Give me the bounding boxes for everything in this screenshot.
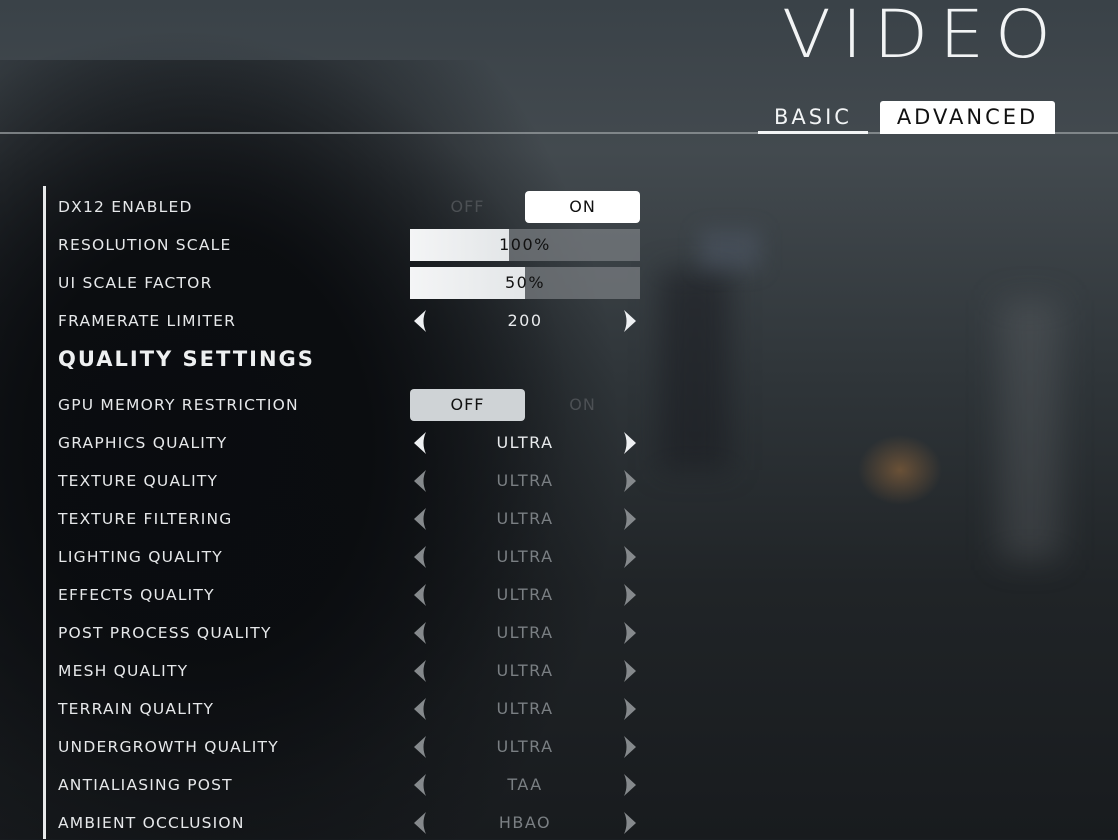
chevron-left-icon[interactable] xyxy=(410,469,434,493)
toggle-option-on[interactable]: ON xyxy=(525,191,640,223)
chevron-right-icon[interactable] xyxy=(616,583,640,607)
selector-value: ULTRA xyxy=(496,509,554,528)
setting-label: ANTIALIASING POST xyxy=(58,776,233,794)
setting-label: UI SCALE FACTOR xyxy=(58,274,213,292)
graphics-quality-selector: ULTRA xyxy=(410,427,640,459)
background-tower xyxy=(1000,300,1060,560)
undergrowth-quality-selector: ULTRA xyxy=(410,731,640,763)
selector-value: ULTRA xyxy=(496,433,554,452)
setting-label: RESOLUTION SCALE xyxy=(58,236,232,254)
effects-quality-selector: ULTRA xyxy=(410,579,640,611)
setting-row-effects-quality: EFFECTS QUALITY ULTRA xyxy=(58,579,658,611)
setting-row-ambient-occlusion: AMBIENT OCCLUSION HBAO xyxy=(58,807,658,839)
setting-row-lighting-quality: LIGHTING QUALITY ULTRA xyxy=(58,541,658,573)
setting-row-graphics-quality: GRAPHICS QUALITY ULTRA xyxy=(58,427,658,459)
setting-label: EFFECTS QUALITY xyxy=(58,586,215,604)
selector-value: 200 xyxy=(507,311,543,330)
setting-row-framerate-limiter: FRAMERATE LIMITER 200 xyxy=(58,305,658,337)
toggle-option-off[interactable]: OFF xyxy=(410,191,525,223)
setting-row-dx12: DX12 ENABLED OFF ON xyxy=(58,191,658,223)
antialiasing-post-selector: TAA xyxy=(410,769,640,801)
chevron-right-icon[interactable] xyxy=(616,545,640,569)
selector-value: HBAO xyxy=(498,813,552,832)
chevron-left-icon[interactable] xyxy=(410,507,434,531)
page-title: VIDEO xyxy=(782,0,1062,73)
selector-value: ULTRA xyxy=(496,737,554,756)
setting-label: TEXTURE FILTERING xyxy=(58,510,233,528)
setting-row-undergrowth-quality: UNDERGROWTH QUALITY ULTRA xyxy=(58,731,658,763)
chevron-left-icon[interactable] xyxy=(410,773,434,797)
setting-row-antialiasing-post: ANTIALIASING POST TAA xyxy=(58,769,658,801)
resolution-scale-slider[interactable]: 100% xyxy=(410,229,640,261)
setting-row-texture-quality: TEXTURE QUALITY ULTRA xyxy=(58,465,658,497)
chevron-right-icon[interactable] xyxy=(616,309,640,333)
toggle-option-off[interactable]: OFF xyxy=(410,389,525,421)
lighting-quality-selector: ULTRA xyxy=(410,541,640,573)
setting-label: GRAPHICS QUALITY xyxy=(58,434,228,452)
chevron-right-icon[interactable] xyxy=(616,697,640,721)
setting-label: FRAMERATE LIMITER xyxy=(58,312,237,330)
chevron-right-icon[interactable] xyxy=(616,659,640,683)
setting-row-texture-filtering: TEXTURE FILTERING ULTRA xyxy=(58,503,658,535)
setting-row-gpu-memory-restriction: GPU MEMORY RESTRICTION OFF ON xyxy=(58,389,658,421)
chevron-left-icon[interactable] xyxy=(410,309,434,333)
tab-advanced[interactable]: ADVANCED xyxy=(880,101,1055,134)
settings-list-indicator xyxy=(43,186,46,839)
chevron-left-icon[interactable] xyxy=(410,545,434,569)
mesh-quality-selector: ULTRA xyxy=(410,655,640,687)
chevron-right-icon[interactable] xyxy=(616,431,640,455)
chevron-left-icon[interactable] xyxy=(410,431,434,455)
setting-label: TERRAIN QUALITY xyxy=(58,700,215,718)
selector-value: ULTRA xyxy=(496,471,554,490)
chevron-left-icon[interactable] xyxy=(410,583,434,607)
chevron-right-icon[interactable] xyxy=(616,773,640,797)
selector-value: ULTRA xyxy=(496,623,554,642)
texture-filtering-selector: ULTRA xyxy=(410,503,640,535)
setting-row-ui-scale-factor: UI SCALE FACTOR 50% xyxy=(58,267,658,299)
chevron-left-icon[interactable] xyxy=(410,735,434,759)
selector-value: ULTRA xyxy=(496,585,554,604)
chevron-right-icon[interactable] xyxy=(616,469,640,493)
setting-label: MESH QUALITY xyxy=(58,662,189,680)
setting-row-mesh-quality: MESH QUALITY ULTRA xyxy=(58,655,658,687)
setting-label: TEXTURE QUALITY xyxy=(58,472,219,490)
dx12-toggle[interactable]: OFF ON xyxy=(410,191,640,223)
chevron-left-icon[interactable] xyxy=(410,811,434,835)
chevron-left-icon[interactable] xyxy=(410,697,434,721)
chevron-left-icon[interactable] xyxy=(410,621,434,645)
selector-value: ULTRA xyxy=(496,661,554,680)
setting-label: AMBIENT OCCLUSION xyxy=(58,814,245,832)
chevron-right-icon[interactable] xyxy=(616,621,640,645)
toggle-option-on[interactable]: ON xyxy=(525,389,640,421)
ambient-occlusion-selector: HBAO xyxy=(410,807,640,839)
chevron-left-icon[interactable] xyxy=(410,659,434,683)
setting-label: UNDERGROWTH QUALITY xyxy=(58,738,279,756)
setting-row-resolution-scale: RESOLUTION SCALE 100% xyxy=(58,229,658,261)
chevron-right-icon[interactable] xyxy=(616,507,640,531)
setting-row-post-process-quality: POST PROCESS QUALITY ULTRA xyxy=(58,617,658,649)
background-tower xyxy=(660,270,730,470)
chevron-right-icon[interactable] xyxy=(616,811,640,835)
slider-value: 100% xyxy=(499,235,551,254)
setting-row-terrain-quality: TERRAIN QUALITY ULTRA xyxy=(58,693,658,725)
selector-value: ULTRA xyxy=(496,699,554,718)
setting-label: GPU MEMORY RESTRICTION xyxy=(58,396,299,414)
section-heading-quality-settings: QUALITY SETTINGS xyxy=(58,347,315,371)
terrain-quality-selector: ULTRA xyxy=(410,693,640,725)
chevron-right-icon[interactable] xyxy=(616,735,640,759)
texture-quality-selector: ULTRA xyxy=(410,465,640,497)
setting-label: POST PROCESS QUALITY xyxy=(58,624,272,642)
post-process-quality-selector: ULTRA xyxy=(410,617,640,649)
ui-scale-factor-slider[interactable]: 50% xyxy=(410,267,640,299)
gpu-memory-restriction-toggle[interactable]: OFF ON xyxy=(410,389,640,421)
background-glow xyxy=(700,230,760,270)
selector-value: ULTRA xyxy=(496,547,554,566)
slider-value: 50% xyxy=(504,273,546,292)
setting-label: DX12 ENABLED xyxy=(58,198,193,216)
tab-basic[interactable]: BASIC xyxy=(758,101,868,134)
setting-label: LIGHTING QUALITY xyxy=(58,548,223,566)
selector-value: TAA xyxy=(507,775,543,794)
framerate-limiter-selector: 200 xyxy=(410,305,640,337)
